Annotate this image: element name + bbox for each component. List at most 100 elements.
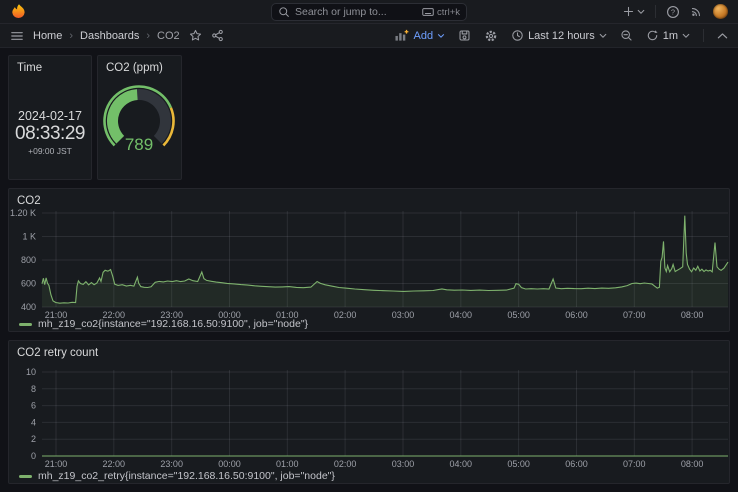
breadcrumb-item-home[interactable]: Home (33, 30, 62, 42)
search-placeholder: Search or jump to... (295, 6, 417, 18)
search-shortcut: ctrl+k (422, 7, 460, 18)
svg-text:4: 4 (31, 417, 36, 427)
chevron-down-icon (682, 33, 690, 39)
favorite-dashboard-button[interactable] (189, 29, 202, 42)
svg-text:05:00: 05:00 (507, 310, 530, 319)
breadcrumb-separator: › (146, 30, 150, 42)
chevron-down-icon (437, 33, 445, 39)
co2-retry-chart[interactable]: 21:0022:0023:0000:0001:0002:0003:0004:00… (9, 361, 729, 471)
co2-retry-panel[interactable]: CO2 retry count 21:0022:0023:0000:0001:0… (8, 340, 730, 484)
co2-timeseries-panel[interactable]: CO2 21:0022:0023:0000:0001:0002:0003:000… (8, 188, 730, 332)
gauge-value-text: 789 (125, 135, 153, 154)
svg-text:400: 400 (21, 302, 36, 312)
plus-icon (622, 5, 635, 18)
share-dashboard-button[interactable] (211, 29, 224, 42)
new-menu-button[interactable] (622, 5, 645, 18)
time-panel-body: 2024-02-17 08:33:29 +09:00 JST (9, 76, 91, 178)
topbar-divider (655, 5, 656, 18)
co2-gauge: 789 (98, 76, 181, 174)
time-range-label: Last 12 hours (528, 30, 595, 42)
svg-text:03:00: 03:00 (392, 459, 415, 469)
stat-time-value: 08:33:29 (15, 123, 85, 145)
save-icon (458, 29, 471, 42)
help-icon: ? (666, 5, 680, 19)
top-navigation-bar: Search or jump to... ctrl+k ? (0, 0, 738, 24)
refresh-picker[interactable]: 1m (646, 29, 690, 42)
star-icon (189, 29, 202, 42)
toolbar-right: Add Last 12 hours (394, 29, 728, 43)
help-button[interactable]: ? (666, 5, 680, 19)
svg-text:05:00: 05:00 (507, 459, 530, 469)
search-input[interactable]: Search or jump to... ctrl+k (271, 3, 467, 21)
time-panel-header[interactable]: Time (9, 56, 91, 76)
svg-text:08:00: 08:00 (681, 310, 704, 319)
svg-text:1.20 K: 1.20 K (10, 209, 36, 218)
series-area (42, 216, 728, 307)
collapse-toolbar-button[interactable] (717, 32, 728, 40)
search-shortcut-label: ctrl+k (437, 7, 460, 18)
user-avatar[interactable] (713, 4, 728, 19)
breadcrumb-item-co2[interactable]: CO2 (157, 30, 180, 42)
keyboard-icon (422, 7, 434, 17)
topbar-actions: ? (622, 0, 728, 23)
mega-menu-button[interactable] (10, 29, 24, 43)
breadcrumb-item-dashboards[interactable]: Dashboards (80, 30, 139, 42)
gauge-value-arc (113, 95, 138, 140)
panel-row-top: Time 2024-02-17 08:33:29 +09:00 JST CO2 … (8, 55, 730, 180)
time-range-picker[interactable]: Last 12 hours (511, 29, 607, 42)
gear-icon (484, 29, 498, 43)
svg-text:04:00: 04:00 (450, 310, 473, 319)
panel-title: CO2 (17, 195, 41, 207)
zoom-out-icon (620, 29, 633, 42)
add-button-label: Add (413, 30, 433, 42)
svg-text:8: 8 (31, 384, 36, 394)
grafana-logo[interactable] (10, 3, 27, 20)
gauge-panel-header[interactable]: CO2 (ppm) (98, 56, 181, 76)
svg-text:1 K: 1 K (22, 232, 36, 242)
co2-timeseries-chart[interactable]: 21:0022:0023:0000:0001:0002:0003:0004:00… (9, 209, 729, 319)
svg-text:23:00: 23:00 (160, 459, 183, 469)
svg-text:03:00: 03:00 (392, 310, 415, 319)
legend-swatch (19, 323, 32, 326)
retry-legend: mh_z19_co2_retry{instance="192.168.16.50… (19, 470, 729, 482)
svg-text:600: 600 (21, 279, 36, 289)
svg-text:02:00: 02:00 (334, 459, 357, 469)
svg-text:22:00: 22:00 (103, 459, 126, 469)
add-panel-icon (394, 29, 409, 42)
clock-icon (511, 29, 524, 42)
toolbar-divider (703, 29, 704, 42)
legend-series-label[interactable]: mh_z19_co2{instance="192.168.16.50:9100"… (38, 318, 308, 330)
zoom-out-time-button[interactable] (620, 29, 633, 42)
svg-text:01:00: 01:00 (276, 459, 299, 469)
retry-panel-header[interactable]: CO2 retry count (9, 341, 729, 361)
search-icon (278, 6, 290, 18)
grafana-app: Search or jump to... ctrl+k ? (0, 0, 738, 492)
svg-text:02:00: 02:00 (334, 310, 357, 319)
chevron-down-icon (599, 33, 607, 39)
news-button[interactable] (690, 5, 703, 18)
time-panel[interactable]: Time 2024-02-17 08:33:29 +09:00 JST (8, 55, 92, 180)
gauge-track (137, 95, 165, 140)
svg-text:04:00: 04:00 (450, 459, 473, 469)
svg-text:06:00: 06:00 (565, 310, 588, 319)
breadcrumb-separator: › (69, 30, 73, 42)
add-button[interactable]: Add (394, 29, 445, 42)
svg-text:07:00: 07:00 (623, 459, 646, 469)
dashboard-settings-button[interactable] (484, 29, 498, 43)
news-rss-icon (690, 5, 703, 18)
refresh-icon (646, 29, 659, 42)
legend-series-label[interactable]: mh_z19_co2_retry{instance="192.168.16.50… (38, 470, 335, 482)
panel-title: CO2 (ppm) (106, 62, 163, 74)
toolbar-left: Home › Dashboards › CO2 (10, 29, 224, 43)
svg-text:00:00: 00:00 (218, 459, 241, 469)
hamburger-icon (10, 29, 24, 43)
svg-text:0: 0 (31, 451, 36, 461)
chevron-down-icon (637, 9, 645, 15)
save-dashboard-button[interactable] (458, 29, 471, 42)
co2-panel-header[interactable]: CO2 (9, 189, 729, 209)
svg-text:08:00: 08:00 (681, 459, 704, 469)
svg-text:06:00: 06:00 (565, 459, 588, 469)
svg-text:?: ? (671, 7, 675, 16)
co2-gauge-panel[interactable]: CO2 (ppm) 789 (97, 55, 182, 180)
dashboard-canvas: Time 2024-02-17 08:33:29 +09:00 JST CO2 … (0, 48, 738, 492)
